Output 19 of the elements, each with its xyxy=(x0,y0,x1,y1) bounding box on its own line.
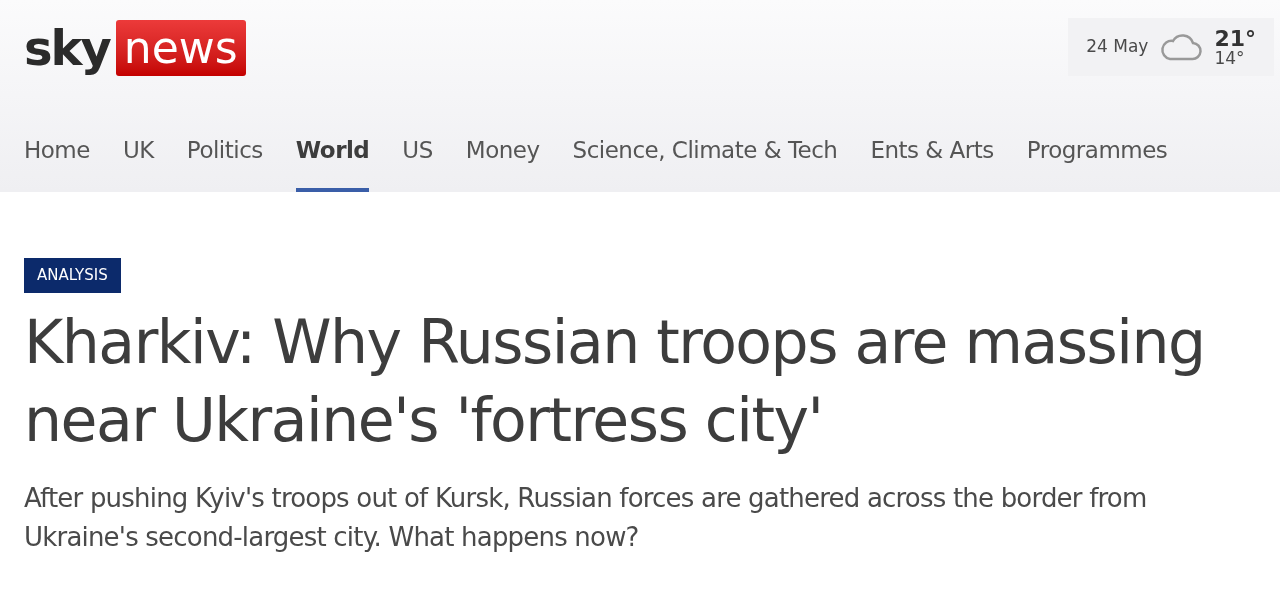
nav-link[interactable]: Home xyxy=(24,112,90,192)
logo-product: news xyxy=(115,20,246,76)
nav-link[interactable]: Programmes xyxy=(1026,112,1168,192)
category-label[interactable]: ANALYSIS xyxy=(24,258,121,293)
weather-widget[interactable]: 24 May 21° 14° xyxy=(1068,18,1274,76)
nav-link[interactable]: US xyxy=(402,112,433,192)
standfirst: After pushing Kyiv's troops out of Kursk, Russian forces are gathered across the border from Ukraine's second-largest city. What happens now? xyxy=(24,482,1148,554)
weather-date: 24 May xyxy=(1086,35,1149,59)
temperature-high: 21° xyxy=(1214,27,1256,50)
cloud-icon xyxy=(1160,33,1203,61)
nav-link[interactable]: UK xyxy=(122,112,154,192)
nav-link[interactable]: Science, Climate & Tech xyxy=(572,112,838,192)
nav-link[interactable]: Money xyxy=(465,112,540,192)
nav-link[interactable]: Ents & Arts xyxy=(870,112,994,192)
logo[interactable]: sky news xyxy=(24,20,246,76)
nav-link[interactable]: Politics xyxy=(186,112,263,192)
nav-link[interactable]: World xyxy=(295,112,370,192)
headline: Kharkiv: Why Russian troops are massing near Ukraine's 'fortress city' xyxy=(24,306,1206,457)
temperature-low: 14° xyxy=(1214,49,1246,67)
